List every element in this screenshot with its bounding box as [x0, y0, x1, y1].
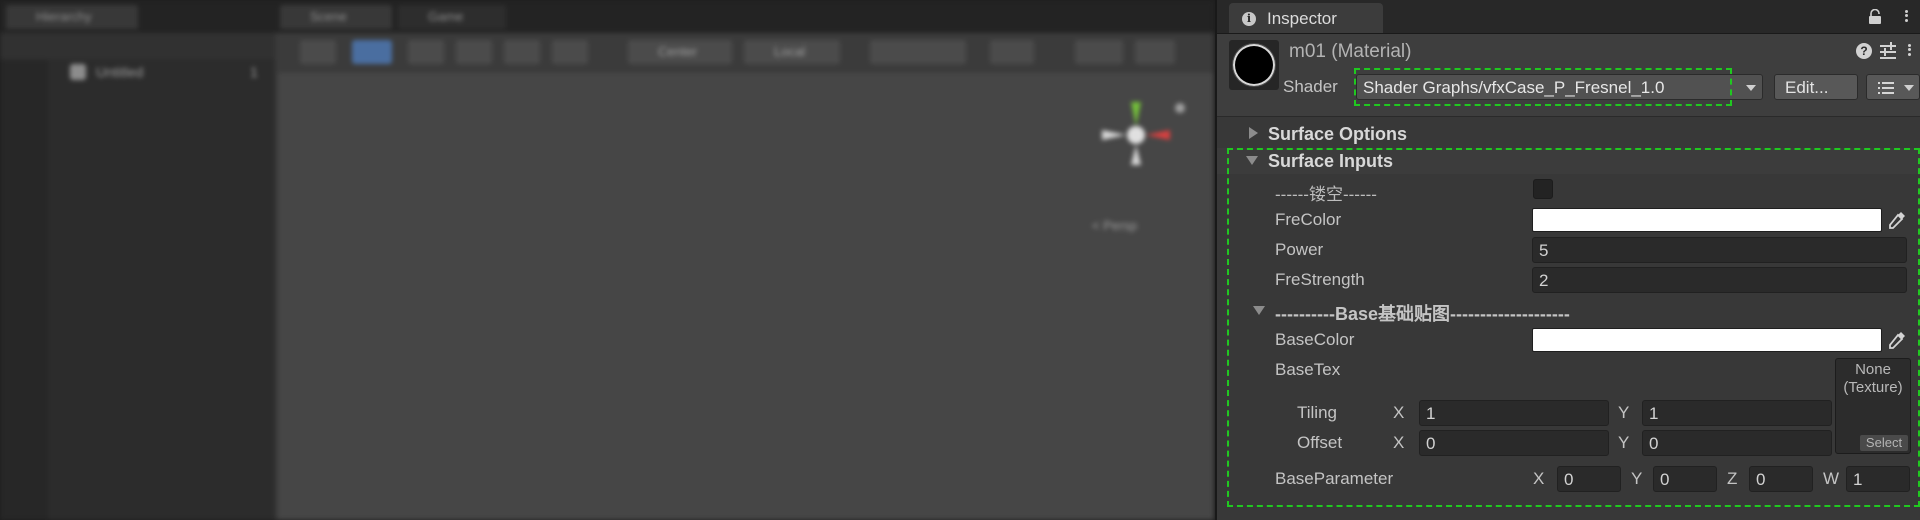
shader-highlight-box	[1354, 68, 1732, 106]
game-tab-label: Game	[428, 9, 464, 24]
hierarchy-toolbar	[0, 33, 275, 59]
hierarchy-tab-label: Hierarchy	[36, 9, 92, 24]
tool-transform-button[interactable]	[552, 40, 588, 64]
tool-scale-button[interactable]	[456, 40, 492, 64]
scene-gizmo[interactable]	[1088, 90, 1198, 200]
scene-view[interactable]	[278, 33, 1214, 520]
grid-button[interactable]	[990, 40, 1034, 64]
hierarchy-tab[interactable]: Hierarchy	[6, 5, 138, 29]
shader-label: Shader	[1283, 77, 1338, 96]
pivot-local-button[interactable]: Local	[744, 40, 840, 64]
chevron-down-icon	[1746, 85, 1756, 91]
tool-hand-button[interactable]	[300, 40, 336, 64]
info-icon: i	[1242, 12, 1256, 26]
scene-icon	[70, 64, 86, 80]
hierarchy-strip	[0, 60, 48, 520]
shader-options-button[interactable]	[1866, 74, 1920, 100]
center-label: Center	[658, 44, 698, 59]
list-icon	[1878, 82, 1894, 94]
edit-shader-button[interactable]: Edit...	[1774, 74, 1858, 100]
help-icon[interactable]: ?	[1856, 43, 1872, 59]
scene-tab-label: Scene	[310, 9, 347, 24]
snap-button[interactable]	[870, 40, 966, 64]
inspector-menu-icon[interactable]	[1904, 8, 1908, 26]
draw-mode-button[interactable]	[1075, 40, 1123, 64]
pivot-center-button[interactable]: Center	[628, 40, 732, 64]
blurred-editor-area: Hierarchy Scene Game Untitled 1 Center L…	[0, 0, 1214, 520]
material-preview	[1229, 40, 1279, 90]
presets-icon[interactable]	[1880, 42, 1896, 60]
gizmo-projection-label[interactable]: < Persp	[1092, 218, 1137, 233]
surface-inputs-highlight-box	[1227, 148, 1920, 507]
lock-icon[interactable]	[1868, 9, 1882, 24]
hierarchy-row-untitled[interactable]: Untitled 1	[70, 64, 270, 84]
tool-move-button[interactable]	[352, 40, 392, 64]
editor-tab-bar	[0, 0, 1214, 33]
view-2d-button[interactable]	[1135, 40, 1175, 64]
edit-button-label: Edit...	[1785, 78, 1829, 97]
tool-rotate-button[interactable]	[408, 40, 444, 64]
material-title: m01 (Material)	[1289, 41, 1412, 62]
material-menu-icon[interactable]	[1907, 42, 1911, 60]
game-tab[interactable]: Game	[398, 5, 506, 29]
surface-options-foldout[interactable]: Surface Options	[1217, 121, 1920, 147]
inspector-tab-label: Inspector	[1267, 9, 1337, 28]
chevron-down-icon	[1904, 85, 1914, 91]
inspector-panel: i Inspector m01 (Material) ? Shader Shad…	[1215, 0, 1920, 520]
tool-rect-button[interactable]	[504, 40, 540, 64]
surface-options-label: Surface Options	[1268, 124, 1408, 144]
scene-root-label: Untitled	[96, 64, 144, 80]
local-label: Local	[774, 44, 806, 59]
scene-root-count: 1	[250, 64, 258, 80]
scene-tab[interactable]: Scene	[280, 5, 392, 29]
material-sphere-icon	[1233, 44, 1275, 86]
inspector-tab[interactable]: i Inspector	[1229, 3, 1383, 33]
foldout-collapsed-icon	[1249, 127, 1258, 139]
